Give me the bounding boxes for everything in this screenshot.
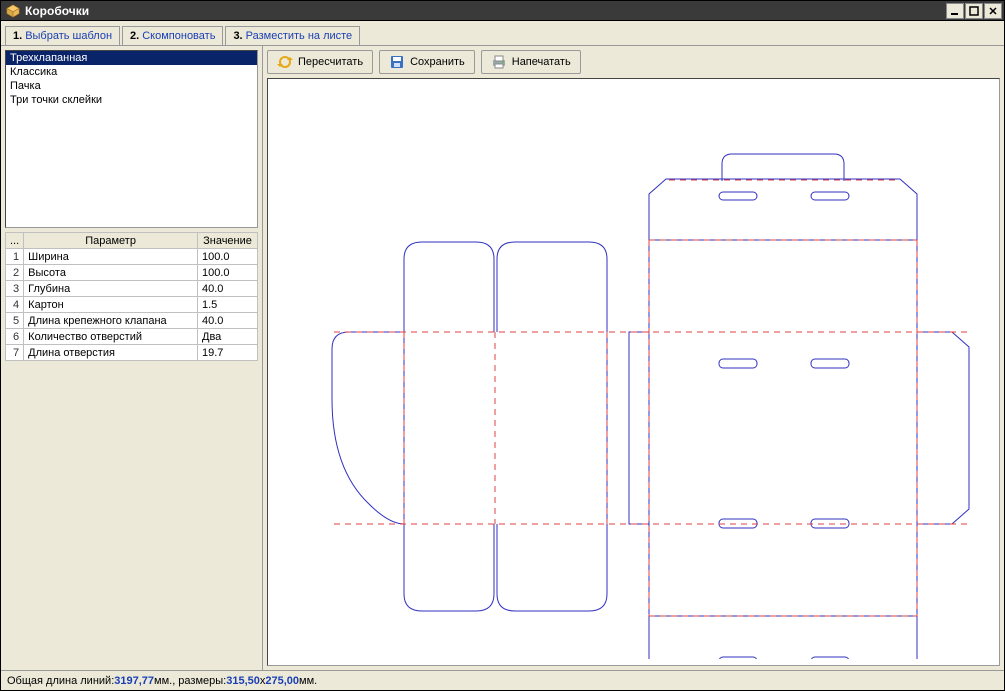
status-width: 315,50	[226, 675, 260, 687]
app-box-icon	[5, 3, 21, 19]
window-controls	[945, 3, 1002, 19]
template-item-pack[interactable]: Пачка	[6, 79, 257, 93]
print-button[interactable]: Напечатать	[481, 50, 581, 74]
table-row: 5Длина крепежного клапана40.0	[6, 313, 258, 329]
param-header-corner[interactable]: ...	[6, 233, 24, 249]
refresh-icon	[277, 54, 293, 70]
table-row: 7Длина отверстия19.7	[6, 345, 258, 361]
save-button[interactable]: Сохранить	[379, 50, 475, 74]
tab-bar: 1.Выбрать шаблон 2.Скомпоновать 3.Размес…	[1, 21, 1004, 46]
window-title: Коробочки	[25, 4, 945, 18]
tab-choose-template[interactable]: 1.Выбрать шаблон	[5, 26, 120, 45]
table-row: 4Картон1.5	[6, 297, 258, 313]
status-total-length: 3197,77	[114, 675, 154, 687]
tab-compose[interactable]: 2.Скомпоновать	[122, 26, 223, 45]
template-item-three-flap[interactable]: Трехклапанная	[6, 51, 257, 65]
print-label: Напечатать	[512, 56, 571, 68]
template-list[interactable]: Трехклапанная Классика Пачка Три точки с…	[5, 50, 258, 228]
table-row: 2Высота100.0	[6, 265, 258, 281]
titlebar: Коробочки	[1, 1, 1004, 21]
sidebar: Трехклапанная Классика Пачка Три точки с…	[1, 46, 263, 670]
parameter-table[interactable]: ... Параметр Значение 1Ширина100.0 2Высо…	[5, 232, 258, 361]
recalculate-button[interactable]: Пересчитать	[267, 50, 373, 74]
table-row: 6Количество отверстийДва	[6, 329, 258, 345]
minimize-button[interactable]	[946, 3, 964, 19]
print-icon	[491, 54, 507, 70]
maximize-button[interactable]	[965, 3, 983, 19]
close-button[interactable]	[984, 3, 1002, 19]
param-header-value: Значение	[198, 233, 258, 249]
design-canvas[interactable]	[267, 78, 1000, 666]
save-label: Сохранить	[410, 56, 465, 68]
status-mid: мм., размеры:	[154, 675, 226, 687]
table-row: 1Ширина100.0	[6, 249, 258, 265]
status-suffix: мм.	[299, 675, 317, 687]
table-row: 3Глубина40.0	[6, 281, 258, 297]
sidebar-filler	[5, 361, 258, 670]
recalculate-label: Пересчитать	[298, 56, 363, 68]
main: Трехклапанная Классика Пачка Три точки с…	[1, 46, 1004, 670]
template-item-classic[interactable]: Классика	[6, 65, 257, 79]
param-header-name: Параметр	[24, 233, 198, 249]
template-item-three-glue[interactable]: Три точки склейки	[6, 93, 257, 107]
content: Пересчитать Сохранить Напечатать	[263, 46, 1004, 670]
tab-place-on-sheet[interactable]: 3.Разместить на листе	[225, 26, 360, 45]
status-prefix: Общая длина линий:	[7, 675, 114, 687]
status-height: 275,00	[265, 675, 299, 687]
save-icon	[389, 54, 405, 70]
box-dieline-drawing	[274, 79, 994, 659]
toolbar: Пересчитать Сохранить Напечатать	[267, 50, 1000, 74]
status-bar: Общая длина линий: 3197,77 мм., размеры:…	[1, 670, 1004, 690]
